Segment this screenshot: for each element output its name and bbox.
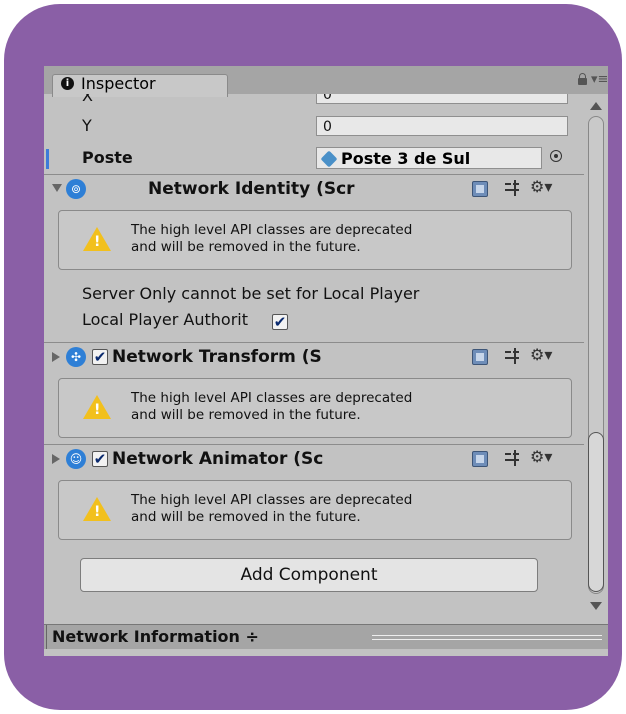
poste-object-field[interactable]: Poste 3 de Sul — [316, 147, 542, 169]
gear-icon[interactable]: ⚙▾ — [530, 447, 552, 466]
info-icon: i — [61, 77, 74, 90]
scroll-down-arrow-icon[interactable] — [590, 602, 602, 610]
gear-icon[interactable]: ⚙▾ — [530, 177, 552, 196]
warning-icon — [83, 395, 111, 419]
network-information-label[interactable]: Network Information ÷ — [52, 627, 259, 646]
help-icon[interactable] — [472, 451, 488, 467]
poste-value: Poste 3 de Sul — [341, 149, 471, 168]
local-player-authority-checkbox[interactable]: ✔ — [272, 314, 288, 330]
network-identity-header[interactable]: ⊚ Network Identity (Scr ⚙▾ — [44, 174, 584, 205]
deprecation-warning: The high level API classes are deprecate… — [58, 480, 572, 540]
network-transform-header[interactable]: ✣ ✔ Network Transform (S ⚙▾ — [44, 342, 584, 373]
panel-menu-icon[interactable]: ▾≡ — [591, 72, 608, 87]
tab-label: Inspector — [81, 74, 156, 93]
presets-icon[interactable] — [504, 348, 520, 364]
divider — [46, 625, 47, 649]
warning-icon — [83, 497, 111, 521]
warning-text: The high level API classes are deprecate… — [131, 492, 413, 525]
local-player-authority-label: Local Player Authorit — [82, 310, 249, 329]
poste-label: Poste — [82, 148, 133, 167]
add-component-button[interactable]: Add Component — [80, 558, 538, 592]
warning-text: The high level API classes are deprecate… — [131, 390, 413, 423]
deprecation-warning: The high level API classes are deprecate… — [58, 378, 572, 438]
drag-handle[interactable] — [372, 635, 602, 640]
scroll-thumb[interactable] — [588, 432, 604, 592]
component-enabled-checkbox[interactable]: ✔ — [92, 349, 108, 365]
presets-icon[interactable] — [504, 450, 520, 466]
fold-right-icon[interactable] — [52, 454, 60, 464]
help-icon[interactable] — [472, 181, 488, 197]
modified-indicator — [46, 149, 49, 169]
lock-icon[interactable] — [578, 73, 587, 85]
inspector-header: i Inspector ▾≡ — [44, 66, 608, 97]
warning-icon — [83, 227, 111, 251]
network-animator-icon: ☺ — [66, 449, 86, 469]
presets-icon[interactable] — [504, 180, 520, 196]
gear-icon[interactable]: ⚙▾ — [530, 345, 552, 364]
deprecation-warning: The high level API classes are deprecate… — [58, 210, 572, 270]
object-picker-icon[interactable] — [550, 150, 562, 162]
x-label: X — [82, 94, 93, 105]
y-field[interactable]: 0 — [316, 116, 568, 136]
inspector-content: X 0 Y 0 Poste Poste 3 de Sul ⊚ Network I… — [44, 94, 584, 616]
network-animator-header[interactable]: ☺ ✔ Network Animator (Sc ⚙▾ — [44, 444, 584, 475]
y-label: Y — [82, 116, 92, 135]
network-transform-icon: ✣ — [66, 347, 86, 367]
component-title: Network Animator (Sc — [112, 449, 324, 469]
component-title: Network Transform (S — [112, 347, 322, 367]
warning-text: The high level API classes are deprecate… — [131, 222, 413, 255]
help-icon[interactable] — [472, 349, 488, 365]
network-identity-icon: ⊚ — [66, 179, 86, 199]
scroll-up-arrow-icon[interactable] — [590, 102, 602, 110]
vertical-scrollbar[interactable] — [584, 94, 608, 616]
component-title: Network Identity (Scr — [148, 179, 355, 199]
preview-footer[interactable]: Network Information ÷ — [44, 624, 608, 649]
server-only-note: Server Only cannot be set for Local Play… — [82, 284, 420, 303]
gameobject-icon — [320, 150, 338, 168]
inspector-panel: i Inspector ▾≡ X 0 Y 0 Poste Poste 3 de … — [44, 66, 608, 656]
fold-right-icon[interactable] — [52, 352, 60, 362]
fold-down-icon[interactable] — [52, 184, 62, 192]
component-enabled-checkbox[interactable]: ✔ — [92, 451, 108, 467]
x-field[interactable]: 0 — [316, 94, 568, 104]
